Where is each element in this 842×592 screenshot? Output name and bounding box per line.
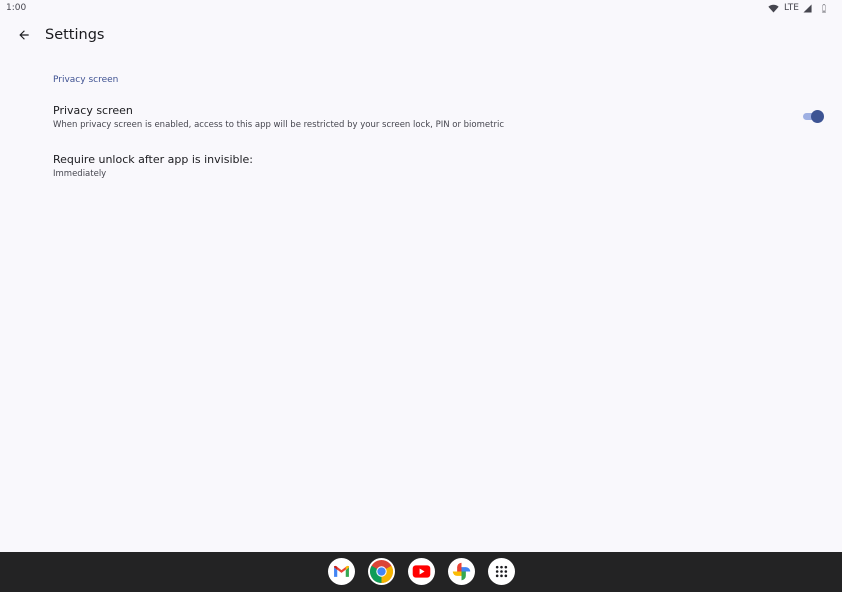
back-button[interactable] [12, 24, 36, 48]
taskbar [0, 552, 842, 592]
youtube-icon[interactable] [408, 558, 435, 585]
app-drawer-icon[interactable] [488, 558, 515, 585]
status-bar: 1:00 LTE [0, 0, 842, 18]
app-bar: Settings [0, 18, 842, 56]
app-dock [328, 558, 515, 585]
cell-signal-icon [803, 3, 812, 13]
section-header: Privacy screen [53, 75, 119, 85]
toggle-thumb [811, 110, 824, 123]
wifi-icon [768, 4, 779, 13]
require-unlock-preference[interactable]: Require unlock after app is invisible: I… [0, 148, 842, 188]
battery-icon [822, 3, 826, 13]
preference-title: Require unlock after app is invisible: [53, 153, 254, 166]
network-type: LTE [784, 3, 799, 13]
preference-summary: Immediately [53, 169, 107, 179]
privacy-screen-preference[interactable]: Privacy screen When privacy screen is en… [0, 99, 842, 139]
gmail-icon[interactable] [328, 558, 355, 585]
chrome-icon[interactable] [368, 558, 395, 585]
status-icons: LTE [768, 2, 826, 14]
page-title: Settings [45, 27, 105, 43]
preference-title: Privacy screen [53, 104, 133, 117]
privacy-screen-toggle[interactable] [803, 110, 824, 123]
preference-summary: When privacy screen is enabled, access t… [53, 120, 504, 130]
photos-icon[interactable] [448, 558, 475, 585]
status-time: 1:00 [6, 3, 27, 13]
arrow-back-icon [17, 27, 31, 46]
